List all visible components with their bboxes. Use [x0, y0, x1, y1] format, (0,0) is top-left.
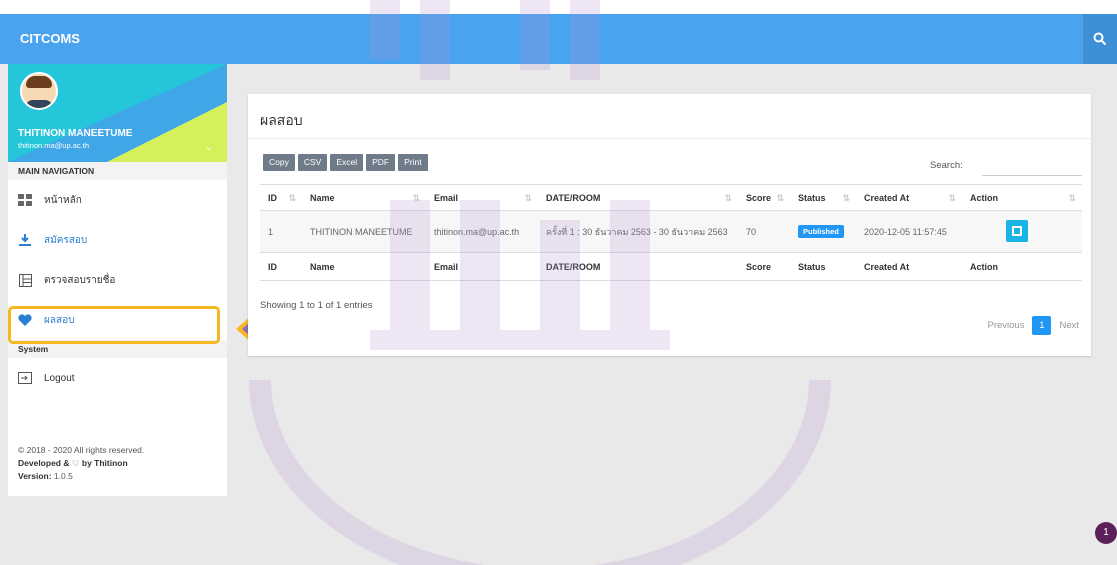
search-label: Search: [930, 160, 963, 171]
status-badge: Published [798, 225, 844, 238]
sort-icon: ⇅ [288, 193, 296, 203]
sort-icon: ⇅ [524, 193, 532, 203]
sort-icon: ⇅ [842, 193, 850, 203]
version-label: Version: [18, 471, 52, 481]
dashboard-icon [18, 193, 32, 207]
logout-icon [18, 371, 32, 385]
footer-email: Email [426, 252, 538, 281]
version-value: 1.0.5 [53, 471, 73, 481]
column-header-status[interactable]: Status ⇅ [790, 184, 856, 211]
developed-by: by Thitinon [81, 458, 128, 468]
sort-icon: ⇅ [776, 193, 784, 203]
list-icon [18, 273, 32, 287]
avatar[interactable] [20, 72, 58, 110]
column-header-score[interactable]: Score ⇅ [738, 184, 790, 211]
sidebar-item-check-list[interactable]: ตรวจสอบรายชื่อ [8, 260, 227, 300]
cell-name: THITINON MANEETUME [302, 210, 426, 253]
sidebar-item-register-exam[interactable]: สมัครสอบ [8, 220, 227, 260]
sort-icon: ⇅ [1068, 193, 1076, 203]
view-result-button[interactable] [1006, 219, 1028, 242]
sort-icon: ⇅ [724, 193, 732, 203]
column-header-created-at[interactable]: Created At ⇅ [856, 184, 962, 211]
export-buttons: Copy CSV Excel PDF Print [263, 154, 428, 171]
sidebar-item-label: ตรวจสอบรายชื่อ [44, 274, 116, 286]
next-button[interactable]: Next [1059, 320, 1079, 331]
copy-button[interactable]: Copy [263, 154, 295, 171]
logout-label: Logout [44, 372, 75, 384]
sidebar-footer: © 2018 - 2020 All rights reserved. Devel… [18, 444, 144, 483]
top-navbar: CITCOMS [0, 14, 1117, 64]
print-button[interactable]: Print [398, 154, 428, 171]
excel-button[interactable]: Excel [330, 154, 364, 171]
sidebar: THITINON MANEETUME thitinon.ma@up.ac.th … [8, 64, 227, 496]
highlight-box [8, 306, 220, 344]
search-input[interactable] [982, 156, 1082, 176]
cell-id: 1 [260, 210, 302, 253]
footer-name: Name [302, 252, 426, 281]
exam-results-card: ผลสอบ Copy CSV Excel PDF Print Search: I… [248, 94, 1091, 356]
cell-score: 70 [738, 210, 790, 253]
chevron-down-icon[interactable]: ⌄ [205, 142, 213, 153]
page-title: ผลสอบ [260, 112, 303, 128]
sidebar-item-label: สมัครสอบ [44, 234, 88, 246]
user-name: THITINON MANEETUME [18, 128, 133, 139]
footer-id: ID [260, 252, 302, 281]
user-email: thitinon.ma@up.ac.th [18, 141, 89, 150]
pdf-button[interactable]: PDF [366, 154, 396, 171]
column-header-date-room[interactable]: DATE/ROOM ⇅ [538, 184, 738, 211]
table-row: 1 THITINON MANEETUME thitinon.ma@up.ac.t… [260, 210, 1082, 253]
download-icon [18, 233, 32, 247]
footer-status: Status [790, 252, 856, 281]
sidebar-item-label: หน้าหลัก [44, 194, 82, 206]
user-profile: THITINON MANEETUME thitinon.ma@up.ac.th … [8, 64, 227, 162]
footer-score: Score [738, 252, 790, 281]
sidebar-item-logout[interactable]: Logout [8, 358, 227, 398]
cell-date-room: ครั้งที่ 1 : 30 ธันวาคม 2563 - 30 ธันวาค… [538, 210, 738, 253]
table-info: Showing 1 to 1 of 1 entries [260, 300, 373, 311]
brand-title[interactable]: CITCOMS [20, 31, 80, 46]
main-navigation-header: MAIN NAVIGATION [8, 162, 227, 180]
footer-date-room: DATE/ROOM [538, 252, 738, 281]
csv-button[interactable]: CSV [297, 154, 328, 171]
column-header-email[interactable]: Email ⇅ [426, 184, 538, 211]
results-table: ID ⇅ Name ⇅ Email ⇅ DATE/ROOM ⇅ Score ⇅ Statu… [260, 184, 1082, 281]
search-button[interactable] [1083, 14, 1117, 64]
column-header-name[interactable]: Name ⇅ [302, 184, 426, 211]
previous-button[interactable]: Previous [987, 320, 1024, 331]
column-header-id[interactable]: ID ⇅ [260, 184, 302, 211]
pagination: Previous 1 Next [987, 316, 1079, 335]
copyright-text: © 2018 - 2020 All rights reserved. [18, 445, 145, 455]
footer-action: Action [962, 252, 1082, 281]
sidebar-item-home[interactable]: หน้าหลัก [8, 180, 227, 220]
developed-prefix: Developed & [18, 458, 70, 468]
top-band [0, 0, 1117, 14]
footer-created-at: Created At [856, 252, 962, 281]
sort-icon: ⇅ [412, 193, 420, 203]
cell-email: thitinon.ma@up.ac.th [426, 210, 538, 253]
table-footer-row: ID Name Email DATE/ROOM Score Status Cre… [260, 252, 1082, 281]
notification-badge[interactable]: 1 [1095, 522, 1117, 544]
heart-outline-icon: ♡ [71, 458, 80, 468]
column-header-action[interactable]: Action ⇅ [962, 184, 1082, 211]
sort-icon: ⇅ [948, 193, 956, 203]
search-icon [1093, 32, 1107, 46]
page-1-button[interactable]: 1 [1032, 316, 1052, 335]
cell-created-at: 2020-12-05 11:57:45 [856, 210, 962, 253]
